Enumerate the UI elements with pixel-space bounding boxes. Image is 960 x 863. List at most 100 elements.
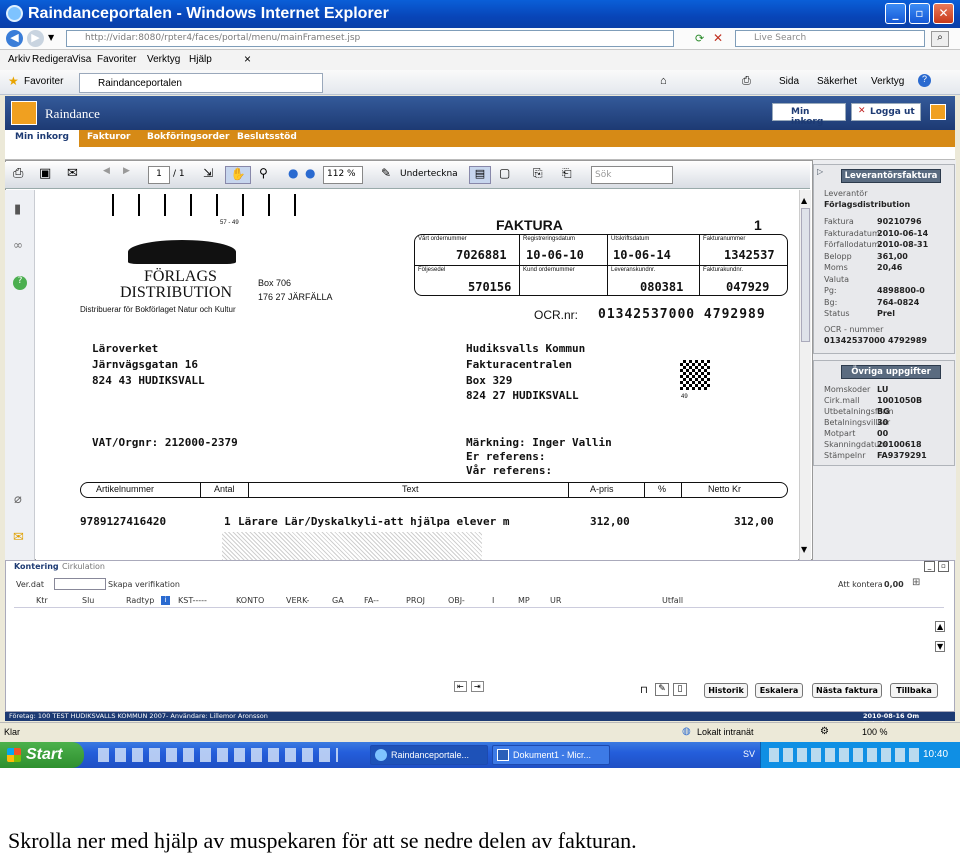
refresh-icon[interactable]: ⟳ — [695, 32, 704, 45]
kontering-column-header[interactable]: UR — [550, 596, 561, 605]
url-input[interactable]: http://vidar:8080/rpter4/faces/portal/me… — [66, 30, 674, 47]
page-number-input[interactable]: 1 — [148, 166, 170, 184]
single-page-icon[interactable]: ▤ — [469, 166, 491, 184]
zoom-level[interactable]: 100 % — [862, 727, 888, 737]
lock-icon[interactable]: ⊓ — [640, 685, 648, 696]
comment-icon[interactable]: ✉ — [13, 530, 24, 545]
panel-collapse-icon[interactable]: ▷ — [817, 167, 823, 176]
copy-icon[interactable]: ⎗ — [562, 166, 572, 184]
browser-tab[interactable]: Raindanceportalen — [79, 73, 323, 93]
kontering-column-header[interactable]: Ktr — [36, 596, 48, 605]
kontering-column-header[interactable]: Radtyp — [126, 596, 154, 605]
scroll-thumb[interactable] — [801, 208, 810, 342]
menu-visa[interactable]: Visa — [72, 54, 91, 65]
ver-date-input[interactable] — [54, 578, 106, 590]
minimize-button[interactable]: _ — [885, 3, 906, 24]
back-icon[interactable]: ◀ — [6, 30, 23, 47]
next-invoice-button[interactable]: Nästa faktura — [812, 683, 882, 698]
menu-hjalp[interactable]: Hjälp — [189, 54, 212, 65]
kontering-column-header[interactable]: GA — [332, 596, 344, 605]
grid-scroll-up-icon[interactable]: ▲ — [935, 621, 946, 632]
tab-cirkulation[interactable]: Cirkulation — [62, 562, 105, 571]
kontering-column-header[interactable]: FA-- — [364, 596, 379, 605]
kontering-column-header[interactable]: KST----- — [178, 596, 207, 605]
sign-button[interactable]: Underteckna — [400, 166, 458, 184]
tab-beslutsstod[interactable]: Beslutsstöd — [237, 132, 297, 142]
kontering-column-header[interactable]: VERK- — [286, 596, 309, 605]
escalate-button[interactable]: Eskalera — [755, 683, 803, 698]
zoom-tool-icon[interactable]: ⚲ — [259, 166, 268, 184]
select-icon[interactable]: ⇲ — [203, 166, 213, 184]
hand-tool-icon[interactable]: ✋ — [225, 166, 251, 184]
grid-scroll-down-icon[interactable]: ▼ — [935, 641, 946, 652]
search-icon[interactable]: ⌕ — [931, 31, 949, 47]
edit-icon[interactable]: ✎ — [655, 683, 669, 696]
zoom-in-icon[interactable]: ● — [305, 166, 315, 184]
minimize-panel-icon[interactable]: _ — [924, 561, 935, 572]
tab-fakturor[interactable]: Fakturor — [87, 132, 130, 142]
attachment-icon[interactable]: ⌀ — [14, 492, 22, 507]
safety-menu[interactable]: Säkerhet — [817, 76, 857, 87]
clock[interactable]: 10:40 — [923, 749, 948, 760]
help-box-icon[interactable] — [930, 104, 946, 120]
kontering-column-header[interactable]: Slu — [82, 596, 94, 605]
menu-verktyg[interactable]: Verktyg — [147, 54, 180, 65]
help-icon[interactable]: ? — [918, 74, 931, 87]
task-raindance[interactable]: Raindanceportale... — [370, 745, 488, 765]
tools-menu[interactable]: Verktyg — [871, 76, 904, 87]
live-search-input[interactable]: Live Search — [735, 30, 925, 47]
next-page-icon[interactable]: ▶ — [123, 166, 130, 184]
dropdown-icon[interactable]: ▼ — [48, 33, 54, 42]
tab-min-inkorg[interactable]: Min inkorg — [5, 130, 79, 147]
menu-favoriter[interactable]: Favoriter — [97, 54, 136, 65]
scroll-down-icon[interactable]: ▼ — [801, 545, 807, 554]
tab-bokforingsorder[interactable]: Bokföringsorder — [147, 132, 229, 142]
my-inbox-button[interactable]: Min inkorg — [772, 103, 846, 127]
history-button[interactable]: Historik — [704, 683, 748, 698]
binoculars-icon[interactable]: ∞ — [13, 238, 23, 252]
rotate-icon[interactable]: ⎘ — [533, 166, 543, 184]
email-icon[interactable]: ✉ — [67, 166, 78, 184]
collapse-left-icon[interactable]: ⇤ — [454, 681, 467, 692]
collapse-right-icon[interactable]: ⇥ — [471, 681, 484, 692]
prev-page-icon[interactable]: ◀ — [103, 166, 110, 184]
maximize-panel-icon[interactable]: ▫ — [938, 561, 949, 572]
pages-icon[interactable]: ▮ — [14, 202, 21, 217]
fit-page-icon[interactable]: ▢ — [499, 166, 510, 184]
tab-kontering[interactable]: Kontering — [14, 562, 59, 571]
kontering-column-header[interactable]: Utfall — [662, 596, 683, 605]
help-circle-icon[interactable]: ? — [13, 276, 27, 290]
tray-icons[interactable] — [769, 748, 919, 762]
task-document[interactable]: Dokument1 - Micr... — [492, 745, 610, 765]
start-button[interactable]: Start — [0, 742, 84, 768]
zoom-select[interactable]: 112 % — [323, 166, 363, 184]
home-icon[interactable]: ⌂ — [660, 75, 667, 87]
page-icon[interactable]: ▯ — [673, 683, 687, 696]
forward-icon[interactable]: ▶ — [27, 30, 44, 47]
close-tab-icon[interactable]: × — [244, 52, 251, 66]
favorites-button[interactable]: Favoriter — [24, 76, 63, 87]
quicklaunch-icons[interactable] — [98, 748, 338, 762]
info-icon[interactable]: i — [161, 596, 170, 605]
sign-icon[interactable]: ✎ — [381, 166, 391, 184]
kontering-column-header[interactable]: OBJ- — [448, 596, 465, 605]
kontering-column-header[interactable]: I — [492, 596, 494, 605]
scroll-up-icon[interactable]: ▲ — [801, 196, 807, 205]
back-button[interactable]: Tillbaka — [890, 683, 938, 698]
kontering-column-header[interactable]: KONTO — [236, 596, 264, 605]
stop-icon[interactable]: ✕ — [713, 31, 723, 45]
print-icon[interactable]: ⎙ — [742, 75, 751, 88]
menu-redigera[interactable]: Redigera — [32, 54, 73, 65]
print-icon[interactable]: ⎙ — [13, 166, 23, 184]
maximize-button[interactable]: ▫ — [909, 3, 930, 24]
pdf-search-input[interactable]: Sök — [591, 166, 673, 184]
kontering-column-header[interactable]: PROJ — [406, 596, 425, 605]
kontering-column-header[interactable]: MP — [518, 596, 530, 605]
pdf-scrollbar[interactable]: ▲ ▼ — [799, 190, 811, 560]
page-menu[interactable]: Sida — [779, 76, 799, 87]
zoom-out-icon[interactable]: ● — [288, 166, 298, 184]
create-verification-link[interactable]: Skapa verifikation — [108, 580, 180, 589]
save-icon[interactable]: ▣ — [39, 166, 51, 184]
language-indicator[interactable]: SV — [743, 749, 755, 759]
close-button[interactable]: ✕ — [933, 3, 954, 24]
